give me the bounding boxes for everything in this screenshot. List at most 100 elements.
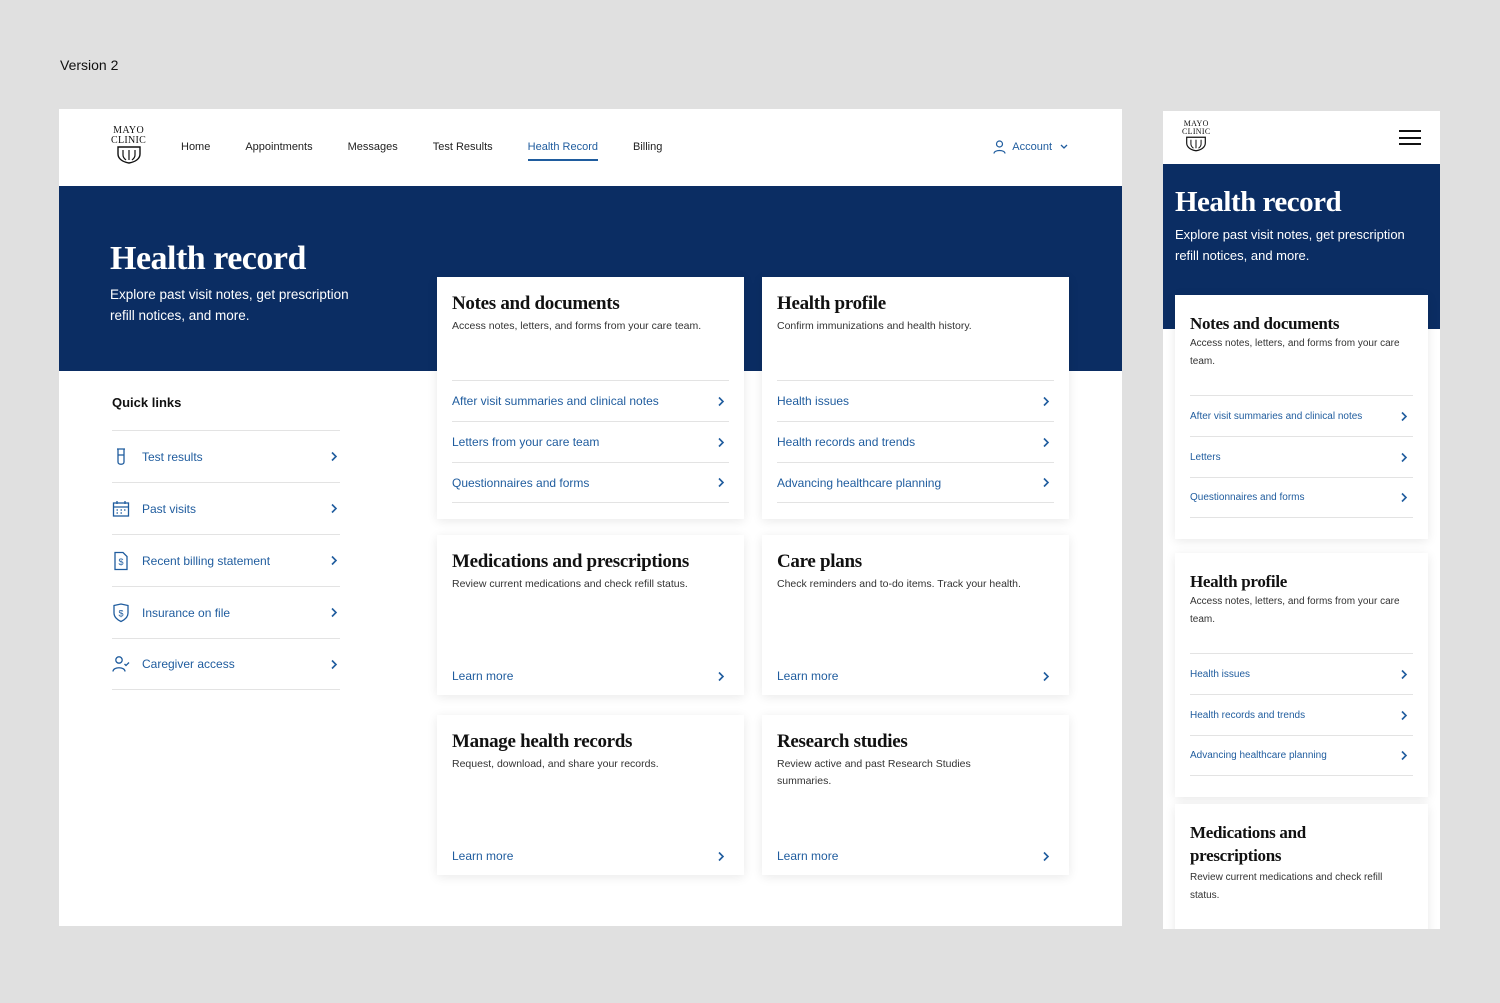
chevron-right-icon <box>1043 437 1050 447</box>
link-label: Health records and trends <box>777 435 916 449</box>
card-care-plans: Care plans Check reminders and to-do ite… <box>762 535 1069 695</box>
card-links: Health issues Health records and trends … <box>777 380 1054 503</box>
link-letters[interactable]: Letters <box>1190 436 1413 477</box>
link-after-visit-summaries[interactable]: After visit summaries and clinical notes <box>1190 395 1413 436</box>
link-label: After visit summaries and clinical notes <box>1190 410 1363 422</box>
card-research-studies: Research studies Review active and past … <box>762 715 1069 875</box>
card-title: Health profile <box>777 293 886 314</box>
chevron-right-icon <box>1401 411 1408 421</box>
nav-health-record[interactable]: Health Record <box>527 141 599 161</box>
card-title: Medications and prescriptions <box>1190 823 1306 865</box>
link-health-issues[interactable]: Health issues <box>777 380 1054 421</box>
link-letters[interactable]: Letters from your care team <box>452 421 729 462</box>
chevron-right-icon <box>718 437 725 447</box>
learn-more-label: Learn more <box>452 849 514 863</box>
quick-link-insurance[interactable]: $ Insurance on file <box>112 586 340 638</box>
mobile-page-subtitle: Explore past visit notes, get prescripti… <box>1175 227 1405 263</box>
quick-link-label: Caregiver access <box>142 657 235 671</box>
page-title: Health record <box>110 240 306 277</box>
learn-more-link[interactable]: Learn more <box>777 669 1050 683</box>
quick-link-label: Test results <box>142 449 203 464</box>
chevron-right-icon <box>1043 477 1050 488</box>
svg-text:$: $ <box>118 608 123 618</box>
mayo-clinic-logo[interactable]: MAYO CLINIC <box>1182 120 1210 152</box>
mayo-clinic-logo[interactable]: MAYO CLINIC <box>111 126 146 164</box>
chevron-right-icon <box>718 396 725 406</box>
chevron-right-icon <box>1401 492 1408 503</box>
card-description: Access notes, letters, and forms from yo… <box>1190 596 1400 625</box>
account-menu[interactable]: Account <box>993 140 1070 154</box>
quick-link-caregiver[interactable]: Caregiver access <box>112 638 340 690</box>
card-manage-records: Manage health records Request, download,… <box>437 715 744 875</box>
link-label: Questionnaires and forms <box>452 475 590 490</box>
learn-more-label: Learn more <box>452 669 514 683</box>
mobile-card-health-profile: Health profile Access notes, letters, an… <box>1175 553 1428 797</box>
quick-link-past-visits[interactable]: Past visits <box>112 482 340 534</box>
card-description: Review active and past Research Studies … <box>777 758 971 787</box>
quick-links-title: Quick links <box>112 395 182 410</box>
link-advancing-healthcare-planning[interactable]: Advancing healthcare planning <box>1190 735 1413 776</box>
mobile-page-title: Health record <box>1175 186 1342 218</box>
desktop-frame: MAYO CLINIC Home Appointments Messages T… <box>59 109 1122 926</box>
link-label: Health issues <box>777 394 850 408</box>
card-links: Health issues Health records and trends … <box>1190 653 1413 776</box>
quick-link-billing-statement[interactable]: $ Recent billing statement <box>112 534 340 586</box>
card-title: Notes and documents <box>1190 314 1340 333</box>
learn-more-link[interactable]: Learn more <box>452 849 725 863</box>
chevron-right-icon <box>331 555 338 566</box>
link-after-visit-summaries[interactable]: After visit summaries and clinical notes <box>452 380 729 421</box>
chevron-right-icon <box>331 503 338 514</box>
link-health-issues[interactable]: Health issues <box>1190 653 1413 694</box>
card-medications: Medications and prescriptions Review cur… <box>437 535 744 695</box>
quick-link-label: Past visits <box>142 501 197 516</box>
svg-text:$: $ <box>118 557 123 567</box>
card-health-profile: Health profile Confirm immunizations and… <box>762 277 1069 519</box>
learn-more-link[interactable]: Learn more <box>777 849 1050 863</box>
link-label: Questionnaires and forms <box>1190 492 1305 503</box>
quick-link-label: Recent billing statement <box>142 553 271 568</box>
calendar-icon <box>112 500 130 517</box>
quick-link-test-results[interactable]: Test results <box>112 430 340 482</box>
link-advancing-healthcare-planning[interactable]: Advancing healthcare planning <box>777 462 1054 503</box>
card-title: Notes and documents <box>452 293 620 314</box>
card-links: After visit summaries and clinical notes… <box>1190 395 1413 518</box>
logo-line-2: CLINIC <box>111 135 147 146</box>
chevron-right-icon <box>1043 671 1050 681</box>
mobile-card-medications: Medications and prescriptions Review cur… <box>1175 804 1428 929</box>
nav-test-results[interactable]: Test Results <box>433 141 493 159</box>
chevron-right-icon <box>1043 396 1050 406</box>
link-questionnaires[interactable]: Questionnaires and forms <box>1190 477 1413 518</box>
billing-document-icon: $ <box>114 551 128 570</box>
nav-links: Home Appointments Messages Test Results … <box>181 141 697 161</box>
nav-appointments[interactable]: Appointments <box>245 141 312 159</box>
nav-home[interactable]: Home <box>181 141 210 159</box>
learn-more-link[interactable]: Learn more <box>452 669 725 683</box>
caregiver-person-icon <box>112 656 130 672</box>
card-links: After visit summaries and clinical notes… <box>452 380 729 503</box>
chevron-right-icon <box>718 477 725 488</box>
card-description: Review current medications and check ref… <box>452 578 688 590</box>
link-label: After visit summaries and clinical notes <box>452 394 659 408</box>
nav-billing[interactable]: Billing <box>633 141 662 159</box>
chevron-right-icon <box>1043 851 1050 861</box>
card-description: Review current medications and check ref… <box>1190 872 1383 901</box>
link-questionnaires[interactable]: Questionnaires and forms <box>452 462 729 503</box>
test-tube-icon <box>117 447 125 465</box>
user-icon <box>993 140 1006 154</box>
mobile-card-notes-documents: Notes and documents Access notes, letter… <box>1175 295 1428 539</box>
card-description: Check reminders and to-do items. Track y… <box>777 578 1021 590</box>
mayo-shield-icon <box>1186 136 1207 152</box>
card-description: Request, download, and share your record… <box>452 758 659 770</box>
hamburger-menu-icon[interactable] <box>1399 130 1421 150</box>
card-description: Confirm immunizations and health history… <box>777 320 972 332</box>
nav-messages[interactable]: Messages <box>348 141 398 159</box>
chevron-right-icon <box>1401 669 1408 679</box>
quick-link-label: Insurance on file <box>142 605 231 620</box>
card-description: Access notes, letters, and forms from yo… <box>1190 338 1400 367</box>
logo-line-2: CLINIC <box>1182 127 1211 136</box>
account-label: Account <box>1012 141 1052 153</box>
link-health-records-trends[interactable]: Health records and trends <box>777 421 1054 462</box>
chevron-right-icon <box>718 671 725 681</box>
card-notes-documents: Notes and documents Access notes, letter… <box>437 277 744 519</box>
link-health-records-trends[interactable]: Health records and trends <box>1190 694 1413 735</box>
